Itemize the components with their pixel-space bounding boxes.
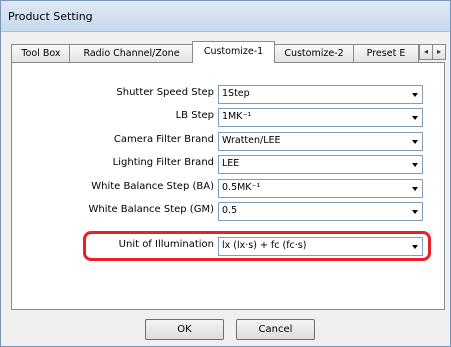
dropdown-arrow-icon [412, 116, 418, 120]
lighting-filter-brand-select[interactable]: LEE [218, 155, 423, 174]
tab-preset-e[interactable]: Preset E [353, 44, 419, 62]
shutter-speed-step-label: Shutter Speed Step [116, 87, 214, 98]
white-balance-step-gm-select[interactable]: 0.5 [218, 202, 423, 221]
title-bar: Product Setting [1, 1, 450, 32]
tab-customize-2[interactable]: Customize-2 [273, 44, 355, 62]
white-balance-step-ba-value: 0.5MK⁻¹ [222, 182, 261, 193]
lighting-filter-brand-value: LEE [222, 158, 240, 169]
dropdown-arrow-icon [412, 93, 418, 97]
tab-scroll-left-icon[interactable]: ◂ [419, 44, 433, 60]
camera-filter-brand-value: Wratten/LEE [222, 135, 281, 146]
dropdown-arrow-icon [412, 187, 418, 191]
tab-strip: Tool Box Radio Channel/Zone Customize-1 … [11, 41, 446, 63]
dropdown-arrow-icon [412, 210, 418, 214]
lighting-filter-brand-label: Lighting Filter Brand [112, 157, 214, 168]
dropdown-arrow-icon [412, 163, 418, 167]
lb-step-label: LB Step [175, 110, 214, 121]
camera-filter-brand-label: Camera Filter Brand [113, 134, 214, 145]
white-balance-step-ba-select[interactable]: 0.5MK⁻¹ [218, 179, 423, 198]
white-balance-step-gm-label: White Balance Step (GM) [88, 204, 214, 215]
dropdown-arrow-icon [412, 140, 418, 144]
tab-radio-channel-zone[interactable]: Radio Channel/Zone [69, 44, 194, 62]
lb-step-value: 1MK⁻¹ [222, 111, 252, 122]
window-title: Product Setting [8, 10, 93, 23]
tab-tool-box[interactable]: Tool Box [11, 44, 71, 62]
customize-1-panel: Shutter Speed Step 1Step LB Step 1MK⁻¹ C… [11, 62, 445, 310]
white-balance-step-gm-value: 0.5 [222, 205, 238, 216]
shutter-speed-step-select[interactable]: 1Step [218, 85, 423, 104]
tab-scroll-right-icon[interactable]: ▸ [432, 44, 446, 60]
white-balance-step-ba-label: White Balance Step (BA) [91, 181, 214, 192]
ok-button[interactable]: OK [145, 319, 224, 340]
lb-step-select[interactable]: 1MK⁻¹ [218, 108, 423, 127]
shutter-speed-step-value: 1Step [222, 88, 250, 99]
tab-customize-1[interactable]: Customize-1 [192, 41, 275, 63]
camera-filter-brand-select[interactable]: Wratten/LEE [218, 132, 423, 151]
product-setting-dialog: Product Setting Tool Box Radio Channel/Z… [0, 0, 451, 347]
cancel-button[interactable]: Cancel [236, 319, 315, 340]
highlight-annotation [83, 231, 431, 261]
